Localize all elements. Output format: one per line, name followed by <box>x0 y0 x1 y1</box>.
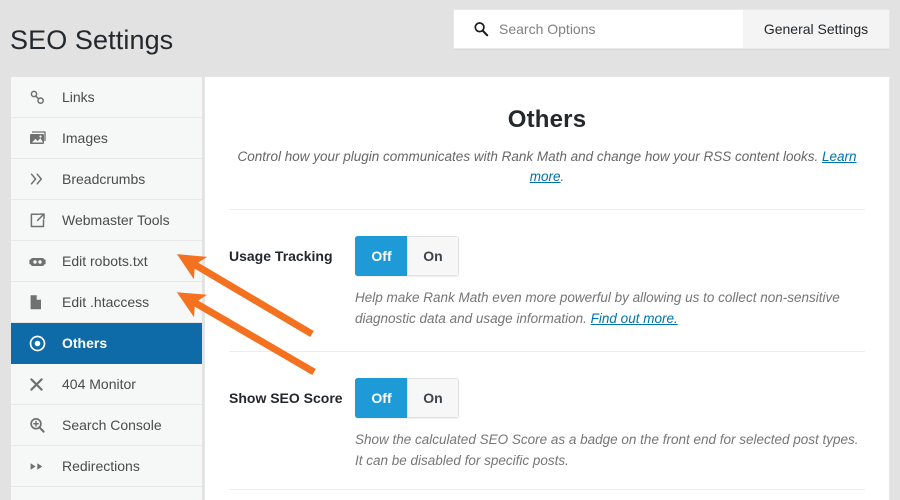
sidebar-item-label: Webmaster Tools <box>62 212 170 228</box>
sidebar-item-breadcrumbs[interactable]: Breadcrumbs <box>11 159 202 200</box>
sidebar-item-label: Links <box>62 89 95 105</box>
panel-description-text: Control how your plugin communicates wit… <box>237 149 823 164</box>
sidebar-item-label: Breadcrumbs <box>62 171 146 187</box>
sidebar-item-label: Redirections <box>62 458 140 474</box>
sidebar-item-edit-robots-txt[interactable]: Edit robots.txt <box>11 241 202 282</box>
show-seo-score-on-button[interactable]: On <box>407 378 459 418</box>
close-x-icon <box>29 375 51 393</box>
seo-settings-page: SEO Settings General Settings Link <box>0 0 900 500</box>
tab-general-settings[interactable]: General Settings <box>743 9 890 49</box>
sidebar-item-label: Edit .htaccess <box>62 294 150 310</box>
robot-icon <box>29 252 51 270</box>
usage-tracking-toggle[interactable]: Off On <box>355 236 459 276</box>
find-out-more-link[interactable]: Find out more. <box>591 311 678 326</box>
setting-label: Usage Tracking <box>229 248 333 264</box>
setting-row-show-seo-score: Show SEO Score Off On <box>205 352 889 418</box>
image-icon <box>29 129 51 147</box>
sidebar-item-label: Others <box>62 335 108 351</box>
usage-tracking-on-button[interactable]: On <box>407 236 459 276</box>
file-document-icon <box>29 293 51 311</box>
fast-forward-icon <box>29 457 51 475</box>
header-toolbar: General Settings <box>453 9 890 49</box>
sidebar-item-label: Edit robots.txt <box>62 253 148 269</box>
sidebar-item-search-console[interactable]: Search Console <box>11 405 202 446</box>
search-input[interactable] <box>499 21 729 37</box>
circle-dot-icon <box>29 334 51 352</box>
usage-tracking-off-button[interactable]: Off <box>355 236 407 276</box>
setting-label: Show SEO Score <box>229 390 343 406</box>
search-icon <box>473 21 489 37</box>
panel-description: Control how your plugin communicates wit… <box>237 147 857 187</box>
sidebar-item-label: Search Console <box>62 417 162 433</box>
panel-title: Others <box>507 106 587 133</box>
page-title: SEO Settings <box>10 25 174 55</box>
setting-help-usage-tracking: Help make Rank Math even more powerful b… <box>355 287 865 329</box>
setting-help-show-seo-score: Show the calculated SEO Score as a badge… <box>355 432 859 468</box>
magnifier-plus-icon <box>29 416 51 434</box>
panel-description-suffix: . <box>560 169 565 184</box>
external-link-icon <box>29 211 51 229</box>
sidebar-item-404-monitor[interactable]: 404 Monitor <box>11 364 202 405</box>
link-chain-icon <box>29 88 51 106</box>
sidebar-item-edit-htaccess[interactable]: Edit .htaccess <box>11 282 202 323</box>
show-seo-score-toggle[interactable]: Off On <box>355 378 459 418</box>
panel-header: Others Control how your plugin communica… <box>205 77 889 187</box>
double-chevron-right-icon <box>29 170 51 188</box>
setting-row-usage-tracking: Usage Tracking Off On <box>205 210 889 276</box>
sidebar-item-links[interactable]: Links <box>11 77 202 118</box>
sidebar-item-others[interactable]: Others <box>11 323 202 364</box>
sidebar-item-images[interactable]: Images <box>11 118 202 159</box>
show-seo-score-off-button[interactable]: Off <box>355 378 407 418</box>
sidebar-item-label: Images <box>62 130 108 146</box>
sidebar-item-webmaster-tools[interactable]: Webmaster Tools <box>11 200 202 241</box>
search-box[interactable] <box>453 9 743 49</box>
sidebar-item-label: 404 Monitor <box>62 376 136 392</box>
settings-main-panel: Others Control how your plugin communica… <box>204 76 890 500</box>
sidebar-item-redirections[interactable]: Redirections <box>11 446 202 487</box>
divider-bottom <box>229 489 865 490</box>
settings-sidebar: Links Images Breadcrumbs Webmaster Tools… <box>10 76 203 500</box>
